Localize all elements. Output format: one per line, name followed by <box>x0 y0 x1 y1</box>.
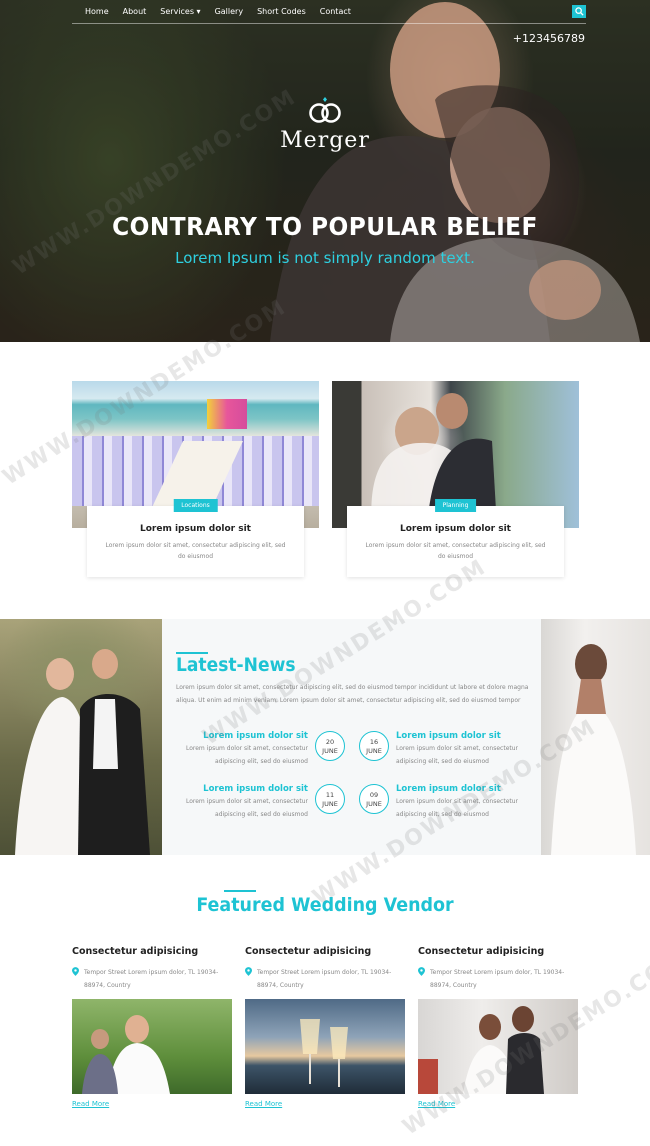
card-planning[interactable]: Planning Lorem ipsum dolor sit Lorem ips… <box>347 499 564 577</box>
news-couple-photo <box>0 619 162 855</box>
vendor-address: Tempor Street Lorem ipsum dolor, TL 1903… <box>72 966 232 992</box>
news-intro: Lorem ipsum dolor sit amet, consectetur … <box>176 684 529 704</box>
hero-couple-photo <box>270 2 640 342</box>
card-title[interactable]: Lorem ipsum dolor sit <box>347 524 564 534</box>
vendor-address-text: Tempor Street Lorem ipsum dolor, TL 1903… <box>257 969 392 989</box>
card-locations[interactable]: Locations Lorem ipsum dolor sit Lorem ip… <box>87 499 304 577</box>
card-tag[interactable]: Locations <box>173 499 218 512</box>
main-nav: Home About Services ▾ Gallery Short Code… <box>72 0 586 24</box>
vendor-item: Consectetur adipisicing Tempor Street Lo… <box>245 946 405 1108</box>
vendor-address-text: Tempor Street Lorem ipsum dolor, TL 1903… <box>430 969 565 989</box>
nav-gallery[interactable]: Gallery <box>215 7 244 16</box>
event-date: 11 JUNE <box>315 784 345 814</box>
event-date: 16 JUNE <box>359 731 389 761</box>
map-pin-icon <box>245 967 252 976</box>
event-day: 16 <box>369 738 379 746</box>
event-month: JUNE <box>366 747 382 755</box>
event-text: Lorem ipsum dolor sit amet, consectetur … <box>185 798 308 818</box>
map-pin-icon <box>418 967 425 976</box>
nav-services[interactable]: Services ▾ <box>160 7 200 16</box>
card-text: Lorem ipsum dolor sit amet, consectetur … <box>365 542 546 560</box>
event-title[interactable]: Lorem ipsum dolor sit <box>396 731 546 741</box>
search-icon <box>574 7 584 16</box>
event-day: 20 <box>325 738 335 746</box>
event-date: 20 JUNE <box>315 731 345 761</box>
vendor-heading-underline <box>224 890 256 892</box>
nav-home[interactable]: Home <box>85 7 109 16</box>
event-month: JUNE <box>322 800 338 808</box>
map-pin-icon <box>72 967 79 976</box>
read-more-link[interactable]: Read More <box>245 1100 405 1108</box>
vendor-title[interactable]: Consectetur adipisicing <box>418 946 578 957</box>
hero-subtitle: Lorem Ipsum is not simply random text. <box>175 249 475 267</box>
event-day: 09 <box>369 791 379 799</box>
vendor-item: Consectetur adipisicing Tempor Street Lo… <box>72 946 232 1108</box>
rings-icon <box>309 97 341 123</box>
nav-short-codes[interactable]: Short Codes <box>257 7 306 16</box>
vendor-address: Tempor Street Lorem ipsum dolor, TL 1903… <box>245 966 405 992</box>
vendor-image[interactable] <box>72 999 232 1094</box>
search-button[interactable] <box>572 5 586 18</box>
card-text: Lorem ipsum dolor sit amet, consectetur … <box>105 542 286 560</box>
event-title[interactable]: Lorem ipsum dolor sit <box>158 784 308 794</box>
event-month: JUNE <box>322 747 338 755</box>
nav-contact[interactable]: Contact <box>320 7 351 16</box>
event-text: Lorem ipsum dolor sit amet, consectetur … <box>185 745 308 765</box>
news-event[interactable]: Lorem ipsum dolor sit Lorem ipsum dolor … <box>158 784 308 821</box>
card-title[interactable]: Lorem ipsum dolor sit <box>87 524 304 534</box>
event-month: JUNE <box>366 800 382 808</box>
read-more-link[interactable]: Read More <box>72 1100 232 1108</box>
phone-number: +123456789 <box>512 32 585 45</box>
nav-about[interactable]: About <box>123 7 147 16</box>
card-tag[interactable]: Planning <box>434 499 477 512</box>
vendor-address: Tempor Street Lorem ipsum dolor, TL 1903… <box>418 966 578 992</box>
event-day: 11 <box>325 791 335 799</box>
logo-text[interactable]: Merger <box>0 128 650 153</box>
hero-banner: Home About Services ▾ Gallery Short Code… <box>0 0 650 342</box>
vendor-title[interactable]: Consectetur adipisicing <box>245 946 405 957</box>
vendor-address-text: Tempor Street Lorem ipsum dolor, TL 1903… <box>84 969 219 989</box>
page: Home About Services ▾ Gallery Short Code… <box>0 0 650 1146</box>
vendor-image[interactable] <box>245 999 405 1094</box>
event-date: 09 JUNE <box>359 784 389 814</box>
news-title: Latest-News <box>176 654 296 676</box>
vendor-title[interactable]: Consectetur adipisicing <box>72 946 232 957</box>
